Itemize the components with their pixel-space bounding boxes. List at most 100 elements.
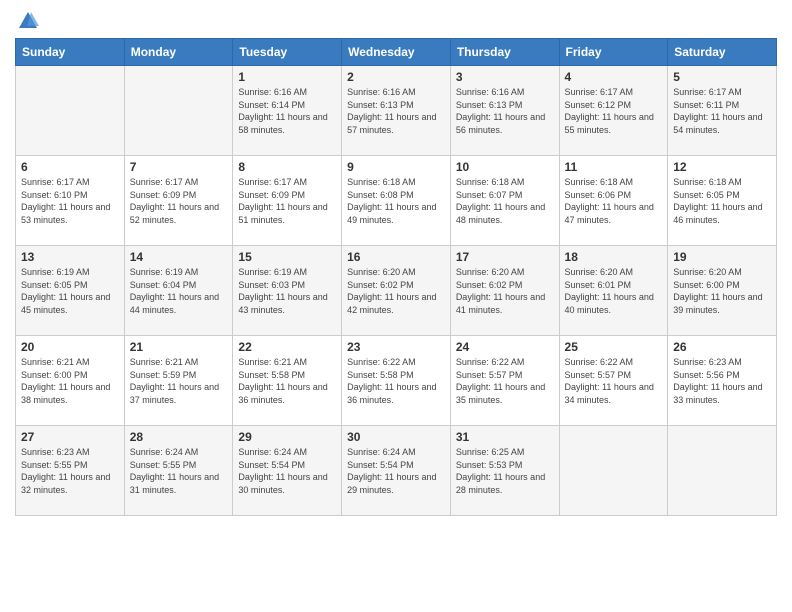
logo	[15, 10, 39, 32]
day-info: Sunrise: 6:19 AMSunset: 6:03 PMDaylight:…	[238, 266, 336, 316]
day-info: Sunrise: 6:24 AMSunset: 5:55 PMDaylight:…	[130, 446, 228, 496]
day-info: Sunrise: 6:19 AMSunset: 6:05 PMDaylight:…	[21, 266, 119, 316]
calendar-cell	[16, 66, 125, 156]
calendar-week-1: 6Sunrise: 6:17 AMSunset: 6:10 PMDaylight…	[16, 156, 777, 246]
calendar-table: SundayMondayTuesdayWednesdayThursdayFrid…	[15, 38, 777, 516]
day-number: 22	[238, 340, 336, 354]
day-info: Sunrise: 6:17 AMSunset: 6:09 PMDaylight:…	[238, 176, 336, 226]
calendar-cell: 28 Sunrise: 6:24 AMSunset: 5:55 PMDayligh…	[124, 426, 233, 516]
day-number: 3	[456, 70, 554, 84]
day-number: 1	[238, 70, 336, 84]
day-number: 12	[673, 160, 771, 174]
day-number: 15	[238, 250, 336, 264]
day-number: 17	[456, 250, 554, 264]
day-number: 16	[347, 250, 445, 264]
calendar-cell: 27Sunrise: 6:23 AMSunset: 5:55 PMDayligh…	[16, 426, 125, 516]
day-number: 21	[130, 340, 228, 354]
day-info: Sunrise: 6:18 AMSunset: 6:07 PMDaylight:…	[456, 176, 554, 226]
day-number: 2	[347, 70, 445, 84]
day-info: Sunrise: 6:24 AMSunset: 5:54 PMDaylight:…	[347, 446, 445, 496]
day-number: 24	[456, 340, 554, 354]
calendar-cell: 16 Sunrise: 6:20 AMSunset: 6:02 PMDayligh…	[342, 246, 451, 336]
day-info: Sunrise: 6:17 AMSunset: 6:09 PMDaylight:…	[130, 176, 228, 226]
day-info: Sunrise: 6:16 AMSunset: 6:14 PMDaylight:…	[238, 86, 336, 136]
header-day-thursday: Thursday	[450, 39, 559, 66]
calendar-cell: 21 Sunrise: 6:21 AMSunset: 5:59 PMDayligh…	[124, 336, 233, 426]
day-info: Sunrise: 6:20 AMSunset: 6:02 PMDaylight:…	[456, 266, 554, 316]
calendar-cell: 7 Sunrise: 6:17 AMSunset: 6:09 PMDaylight…	[124, 156, 233, 246]
day-number: 29	[238, 430, 336, 444]
day-info: Sunrise: 6:23 AMSunset: 5:56 PMDaylight:…	[673, 356, 771, 406]
calendar-week-3: 20 Sunrise: 6:21 AMSunset: 6:00 PMDayligh…	[16, 336, 777, 426]
calendar-cell	[124, 66, 233, 156]
header-day-tuesday: Tuesday	[233, 39, 342, 66]
header-day-friday: Friday	[559, 39, 668, 66]
day-info: Sunrise: 6:16 AMSunset: 6:13 PMDaylight:…	[456, 86, 554, 136]
calendar-body: 1 Sunrise: 6:16 AMSunset: 6:14 PMDaylight…	[16, 66, 777, 516]
day-number: 31	[456, 430, 554, 444]
calendar-page: SundayMondayTuesdayWednesdayThursdayFrid…	[0, 0, 792, 612]
calendar-week-2: 13 Sunrise: 6:19 AMSunset: 6:05 PMDayligh…	[16, 246, 777, 336]
day-info: Sunrise: 6:21 AMSunset: 6:00 PMDaylight:…	[21, 356, 119, 406]
logo-text-block	[15, 10, 39, 32]
day-number: 11	[565, 160, 663, 174]
day-info: Sunrise: 6:25 AMSunset: 5:53 PMDaylight:…	[456, 446, 554, 496]
day-number: 20	[21, 340, 119, 354]
day-number: 5	[673, 70, 771, 84]
day-number: 26	[673, 340, 771, 354]
calendar-cell: 3 Sunrise: 6:16 AMSunset: 6:13 PMDaylight…	[450, 66, 559, 156]
calendar-cell: 14Sunrise: 6:19 AMSunset: 6:04 PMDayligh…	[124, 246, 233, 336]
day-number: 9	[347, 160, 445, 174]
day-number: 25	[565, 340, 663, 354]
day-info: Sunrise: 6:22 AMSunset: 5:57 PMDaylight:…	[565, 356, 663, 406]
calendar-cell: 9 Sunrise: 6:18 AMSunset: 6:08 PMDaylight…	[342, 156, 451, 246]
day-info: Sunrise: 6:21 AMSunset: 5:58 PMDaylight:…	[238, 356, 336, 406]
calendar-cell	[559, 426, 668, 516]
calendar-cell: 8 Sunrise: 6:17 AMSunset: 6:09 PMDaylight…	[233, 156, 342, 246]
day-info: Sunrise: 6:18 AMSunset: 6:05 PMDaylight:…	[673, 176, 771, 226]
day-number: 23	[347, 340, 445, 354]
header	[15, 10, 777, 32]
calendar-cell: 24 Sunrise: 6:22 AMSunset: 5:57 PMDayligh…	[450, 336, 559, 426]
calendar-week-4: 27Sunrise: 6:23 AMSunset: 5:55 PMDayligh…	[16, 426, 777, 516]
day-info: Sunrise: 6:21 AMSunset: 5:59 PMDaylight:…	[130, 356, 228, 406]
day-number: 30	[347, 430, 445, 444]
calendar-cell: 31 Sunrise: 6:25 AMSunset: 5:53 PMDayligh…	[450, 426, 559, 516]
day-number: 13	[21, 250, 119, 264]
calendar-cell: 2 Sunrise: 6:16 AMSunset: 6:13 PMDaylight…	[342, 66, 451, 156]
day-number: 18	[565, 250, 663, 264]
calendar-cell: 13 Sunrise: 6:19 AMSunset: 6:05 PMDayligh…	[16, 246, 125, 336]
calendar-cell: 15 Sunrise: 6:19 AMSunset: 6:03 PMDayligh…	[233, 246, 342, 336]
day-info: Sunrise: 6:20 AMSunset: 6:01 PMDaylight:…	[565, 266, 663, 316]
header-day-saturday: Saturday	[668, 39, 777, 66]
day-number: 28	[130, 430, 228, 444]
calendar-cell: 22 Sunrise: 6:21 AMSunset: 5:58 PMDayligh…	[233, 336, 342, 426]
calendar-cell: 17 Sunrise: 6:20 AMSunset: 6:02 PMDayligh…	[450, 246, 559, 336]
day-number: 6	[21, 160, 119, 174]
calendar-header-row: SundayMondayTuesdayWednesdayThursdayFrid…	[16, 39, 777, 66]
calendar-cell: 29Sunrise: 6:24 AMSunset: 5:54 PMDayligh…	[233, 426, 342, 516]
calendar-cell: 5Sunrise: 6:17 AMSunset: 6:11 PMDaylight…	[668, 66, 777, 156]
logo-text	[15, 10, 39, 32]
calendar-cell: 19 Sunrise: 6:20 AMSunset: 6:00 PMDayligh…	[668, 246, 777, 336]
header-day-sunday: Sunday	[16, 39, 125, 66]
day-info: Sunrise: 6:23 AMSunset: 5:55 PMDaylight:…	[21, 446, 119, 496]
calendar-cell	[668, 426, 777, 516]
day-info: Sunrise: 6:20 AMSunset: 6:00 PMDaylight:…	[673, 266, 771, 316]
day-info: Sunrise: 6:18 AMSunset: 6:06 PMDaylight:…	[565, 176, 663, 226]
calendar-cell: 25 Sunrise: 6:22 AMSunset: 5:57 PMDayligh…	[559, 336, 668, 426]
day-info: Sunrise: 6:16 AMSunset: 6:13 PMDaylight:…	[347, 86, 445, 136]
day-info: Sunrise: 6:20 AMSunset: 6:02 PMDaylight:…	[347, 266, 445, 316]
header-day-monday: Monday	[124, 39, 233, 66]
day-info: Sunrise: 6:22 AMSunset: 5:57 PMDaylight:…	[456, 356, 554, 406]
day-number: 8	[238, 160, 336, 174]
day-number: 7	[130, 160, 228, 174]
day-number: 19	[673, 250, 771, 264]
calendar-cell: 20 Sunrise: 6:21 AMSunset: 6:00 PMDayligh…	[16, 336, 125, 426]
calendar-cell: 12 Sunrise: 6:18 AMSunset: 6:05 PMDayligh…	[668, 156, 777, 246]
calendar-cell: 26 Sunrise: 6:23 AMSunset: 5:56 PMDayligh…	[668, 336, 777, 426]
day-info: Sunrise: 6:18 AMSunset: 6:08 PMDaylight:…	[347, 176, 445, 226]
day-number: 4	[565, 70, 663, 84]
calendar-week-0: 1 Sunrise: 6:16 AMSunset: 6:14 PMDaylight…	[16, 66, 777, 156]
header-day-wednesday: Wednesday	[342, 39, 451, 66]
